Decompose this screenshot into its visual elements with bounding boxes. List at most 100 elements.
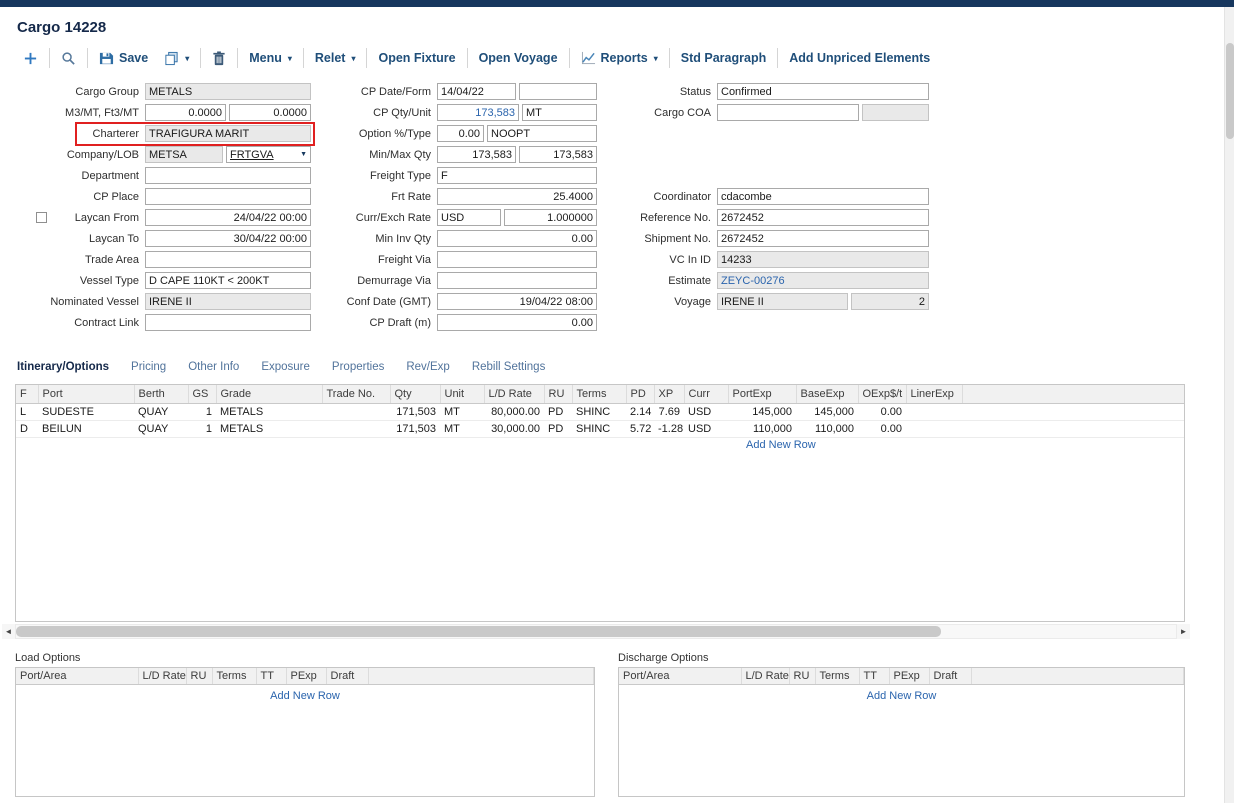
lob-dropdown[interactable]: FRTGVA ▼: [226, 146, 311, 163]
min-qty-field[interactable]: 173,583: [437, 146, 516, 163]
reference-no-field[interactable]: 2672452: [717, 209, 929, 226]
cell-baseexp[interactable]: 145,000: [796, 403, 858, 420]
save-button[interactable]: Save: [91, 48, 156, 69]
tab-rev-exp[interactable]: Rev/Exp: [406, 361, 449, 375]
open-fixture-button[interactable]: Open Fixture: [370, 48, 463, 68]
coordinator-field[interactable]: cdacombe: [717, 188, 929, 205]
cell-pd[interactable]: 2.14: [626, 403, 654, 420]
cell-portexp[interactable]: 145,000: [728, 403, 796, 420]
cell-baseexp[interactable]: 110,000: [796, 420, 858, 437]
cell-port[interactable]: SUDESTE: [38, 403, 134, 420]
department-field[interactable]: [145, 167, 311, 184]
cp-qty-field[interactable]: 173,583: [437, 104, 519, 121]
freight-type-field[interactable]: F: [437, 167, 597, 184]
tab-rebill-settings[interactable]: Rebill Settings: [472, 361, 546, 375]
relet-button[interactable]: Relet ▾: [307, 48, 364, 68]
cell-grade[interactable]: METALS: [216, 420, 322, 437]
contract-link-field[interactable]: [145, 314, 311, 331]
cell-trade-no[interactable]: [322, 420, 390, 437]
cp-draft-field[interactable]: 0.00: [437, 314, 597, 331]
curr-field[interactable]: USD: [437, 209, 501, 226]
copy-dropdown-button[interactable]: ▾: [156, 48, 197, 69]
laycan-from-field[interactable]: 24/04/22 00:00: [145, 209, 311, 226]
cell-ld-rate[interactable]: 30,000.00: [484, 420, 544, 437]
cell-f[interactable]: L: [16, 403, 38, 420]
std-paragraph-button[interactable]: Std Paragraph: [673, 48, 774, 68]
horizontal-scrollbar[interactable]: ◄ ►: [2, 624, 1190, 639]
option-pct-field[interactable]: 0.00: [437, 125, 484, 142]
estimate-link-field[interactable]: ZEYC-00276: [717, 272, 929, 289]
cell-linerexp[interactable]: [906, 403, 962, 420]
tab-pricing[interactable]: Pricing: [131, 361, 166, 375]
cell-oexp[interactable]: 0.00: [858, 403, 906, 420]
frt-rate-field[interactable]: 25.4000: [437, 188, 597, 205]
min-inv-qty-field[interactable]: 0.00: [437, 230, 597, 247]
horizontal-scrollbar-track[interactable]: [15, 624, 1177, 639]
cell-berth[interactable]: QUAY: [134, 420, 188, 437]
reports-button[interactable]: Reports ▾: [573, 48, 666, 68]
cp-unit-field[interactable]: MT: [522, 104, 597, 121]
vertical-scrollbar-thumb[interactable]: [1226, 43, 1234, 139]
add-unpriced-elements-button[interactable]: Add Unpriced Elements: [781, 48, 938, 68]
freight-via-field[interactable]: [437, 251, 597, 268]
scroll-right-arrow-icon[interactable]: ►: [1177, 624, 1190, 639]
discharge-options-add-new-row[interactable]: Add New Row: [619, 690, 1184, 702]
vertical-scrollbar[interactable]: [1224, 7, 1234, 803]
cell-oexp[interactable]: 0.00: [858, 420, 906, 437]
nominated-vessel-field[interactable]: IRENE II: [145, 293, 311, 310]
cell-ru[interactable]: PD: [544, 420, 572, 437]
cell-curr[interactable]: USD: [684, 403, 728, 420]
tab-exposure[interactable]: Exposure: [261, 361, 310, 375]
cell-gs[interactable]: 1: [188, 403, 216, 420]
cell-xp[interactable]: -1.28: [654, 420, 684, 437]
cell-berth[interactable]: QUAY: [134, 403, 188, 420]
cell-terms[interactable]: SHINC: [572, 420, 626, 437]
cell-f[interactable]: D: [16, 420, 38, 437]
cp-form-field[interactable]: [519, 83, 597, 100]
trade-area-field[interactable]: [145, 251, 311, 268]
company-field[interactable]: METSA: [145, 146, 223, 163]
horizontal-scrollbar-thumb[interactable]: [16, 626, 941, 637]
cell-pd[interactable]: 5.72: [626, 420, 654, 437]
cell-grade[interactable]: METALS: [216, 403, 322, 420]
cell-port[interactable]: BEILUN: [38, 420, 134, 437]
max-qty-field[interactable]: 173,583: [519, 146, 597, 163]
cargo-coa-field-2[interactable]: [862, 104, 929, 121]
option-type-field[interactable]: NOOPT: [487, 125, 597, 142]
cell-trade-no[interactable]: [322, 403, 390, 420]
cargo-group-field[interactable]: METALS: [145, 83, 311, 100]
cell-qty[interactable]: 171,503: [390, 403, 440, 420]
cell-qty[interactable]: 171,503: [390, 420, 440, 437]
open-voyage-button[interactable]: Open Voyage: [471, 48, 566, 68]
cell-portexp[interactable]: 110,000: [728, 420, 796, 437]
itinerary-add-new-row[interactable]: Add New Row: [746, 439, 816, 451]
laycan-from-checkbox[interactable]: [36, 212, 47, 223]
cell-linerexp[interactable]: [906, 420, 962, 437]
laycan-to-field[interactable]: 30/04/22 00:00: [145, 230, 311, 247]
demurrage-via-field[interactable]: [437, 272, 597, 289]
status-field[interactable]: Confirmed: [717, 83, 929, 100]
vc-in-id-field[interactable]: 14233: [717, 251, 929, 268]
cell-gs[interactable]: 1: [188, 420, 216, 437]
delete-button[interactable]: [204, 48, 234, 69]
menu-button[interactable]: Menu ▾: [241, 48, 300, 68]
cargo-coa-field[interactable]: [717, 104, 859, 121]
load-options-add-new-row[interactable]: Add New Row: [16, 690, 594, 702]
exch-rate-field[interactable]: 1.000000: [504, 209, 597, 226]
cell-unit[interactable]: MT: [440, 403, 484, 420]
m3mt-field-2[interactable]: 0.0000: [229, 104, 311, 121]
cp-date-field[interactable]: 14/04/22: [437, 83, 516, 100]
cp-place-field[interactable]: [145, 188, 311, 205]
cell-terms[interactable]: SHINC: [572, 403, 626, 420]
cell-ld-rate[interactable]: 80,000.00: [484, 403, 544, 420]
tab-properties[interactable]: Properties: [332, 361, 384, 375]
cell-curr[interactable]: USD: [684, 420, 728, 437]
cell-xp[interactable]: 7.69: [654, 403, 684, 420]
tab-itinerary-options[interactable]: Itinerary/Options: [17, 361, 109, 375]
shipment-no-field[interactable]: 2672452: [717, 230, 929, 247]
cell-ru[interactable]: PD: [544, 403, 572, 420]
voyage-no-field[interactable]: 2: [851, 293, 929, 310]
conf-date-field[interactable]: 19/04/22 08:00: [437, 293, 597, 310]
vessel-type-field[interactable]: D CAPE 110KT < 200KT: [145, 272, 311, 289]
search-button[interactable]: [53, 48, 84, 69]
